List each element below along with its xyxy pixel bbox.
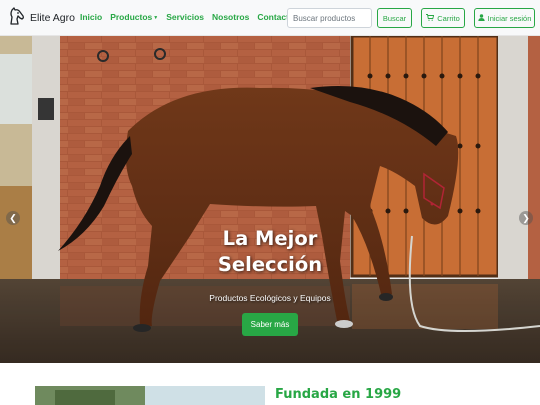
brand-name: Elite Agro (30, 12, 75, 24)
about-title: Fundada en 1999 (275, 387, 402, 402)
hero-title: La Mejor Selección (217, 227, 323, 276)
nav-productos-label: Productos (110, 12, 153, 22)
carousel-next-icon[interactable]: ❯ (519, 211, 533, 225)
hero-subtitle: Productos Ecológicos y Equipos (209, 293, 331, 303)
main-nav: Inicio Productos▼ Servicios Nosotros Con… (80, 12, 294, 22)
user-icon (477, 13, 485, 23)
learn-more-button[interactable]: Saber más (242, 313, 298, 336)
nav-productos-dropdown[interactable]: Productos▼ (110, 12, 158, 22)
nav-nosotros[interactable]: Nosotros (212, 12, 249, 22)
carousel-prev-icon[interactable]: ❮ (6, 211, 20, 225)
caret-down-icon: ▼ (153, 14, 159, 21)
login-label: Iniciar sesión (487, 13, 532, 23)
top-navbar: Elite Agro Inicio Productos▼ Servicios N… (0, 0, 540, 36)
search-input[interactable] (287, 8, 372, 28)
hero-carousel: ❮ ❯ La Mejor Selección Productos Ecológi… (0, 36, 540, 363)
horse-head-icon (6, 6, 26, 31)
cart-button[interactable]: Carrito (421, 8, 465, 28)
login-button[interactable]: Iniciar sesión (474, 8, 535, 28)
nav-inicio[interactable]: Inicio (80, 12, 102, 22)
search-button[interactable]: Buscar (377, 8, 412, 28)
about-section: Fundada en 1999 (0, 363, 540, 405)
cart-icon (426, 13, 435, 23)
brand-link[interactable]: Elite Agro (6, 6, 75, 31)
cart-label: Carrito (437, 13, 460, 23)
nav-servicios[interactable]: Servicios (166, 12, 204, 22)
about-image (35, 386, 265, 405)
